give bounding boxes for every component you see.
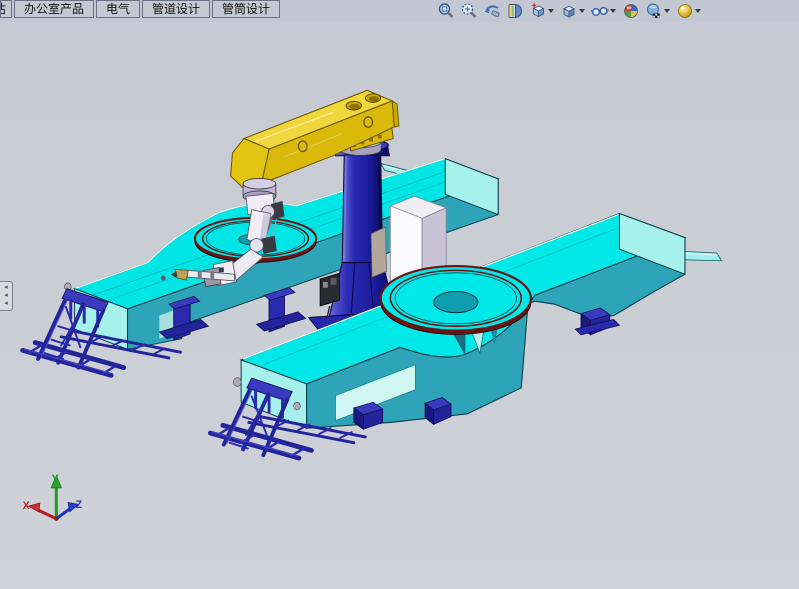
tab-electrical[interactable]: 电气 <box>96 0 140 18</box>
x-axis-arrow <box>28 503 40 512</box>
ribbon-tab-bar: 估 办公室产品 电气 管道设计 管筒设计 <box>0 0 799 23</box>
gray-wedge[interactable] <box>371 227 386 277</box>
apply-scene-button[interactable] <box>644 1 664 21</box>
tab-partial-label: 估 <box>0 1 6 17</box>
section-view-button[interactable] <box>505 1 525 21</box>
view-settings-dropdown[interactable] <box>695 9 701 13</box>
tab-partial[interactable]: 估 <box>0 0 12 18</box>
zoom-to-area-button[interactable] <box>459 1 479 21</box>
zoom-to-area-icon <box>460 2 478 20</box>
edit-appearance-button[interactable] <box>621 1 641 21</box>
display-style-button[interactable] <box>559 1 579 21</box>
apply-scene-dropdown[interactable] <box>664 9 670 13</box>
zoom-to-fit-button[interactable] <box>436 1 456 21</box>
view-settings-icon <box>676 2 694 20</box>
apply-scene-group <box>644 1 672 21</box>
previous-view-icon <box>483 2 501 20</box>
hide-show-items-icon <box>590 2 610 20</box>
display-style-icon <box>560 2 578 20</box>
view-toolbar <box>436 1 703 21</box>
hide-show-items-dropdown[interactable] <box>610 9 616 13</box>
tab-pipe-design[interactable]: 管道设计 <box>142 0 210 18</box>
apply-scene-icon <box>645 2 663 20</box>
view-orientation-icon <box>529 2 547 20</box>
display-style-dropdown[interactable] <box>579 9 585 13</box>
hide-show-items-button[interactable] <box>590 1 610 21</box>
zoom-to-fit-icon <box>437 2 455 20</box>
tab-tube-design-label: 管筒设计 <box>222 2 270 16</box>
view-orientation-group <box>528 1 556 21</box>
front-rotary-ring[interactable] <box>381 266 531 334</box>
reference-triad: X Y Z <box>23 473 83 521</box>
panel-expander-button[interactable]: ◂ ◂ ◂ <box>0 281 13 311</box>
view-orientation-button[interactable] <box>528 1 548 21</box>
view-settings-button[interactable] <box>675 1 695 21</box>
tab-office-products[interactable]: 办公室产品 <box>14 0 94 18</box>
tab-pipe-design-label: 管道设计 <box>152 2 200 16</box>
model-scene: X Y Z <box>0 22 799 589</box>
display-style-group <box>559 1 587 21</box>
x-axis-label: X <box>23 500 30 512</box>
tab-tube-design[interactable]: 管筒设计 <box>212 0 280 18</box>
edit-appearance-icon <box>622 2 640 20</box>
expander-arrow-icon: ◂ <box>4 292 8 300</box>
section-view-icon <box>506 2 524 20</box>
previous-view-button[interactable] <box>482 1 502 21</box>
expander-arrow-icon: ◂ <box>4 300 8 308</box>
tab-electrical-label: 电气 <box>106 2 130 16</box>
ribbon-tabs: 估 办公室产品 电气 管道设计 管筒设计 <box>0 0 280 18</box>
graphics-viewport[interactable]: X Y Z ◂ ◂ ◂ <box>0 22 799 589</box>
view-settings-group <box>675 1 703 21</box>
hide-show-items-group <box>590 1 618 21</box>
expander-arrow-icon: ◂ <box>4 284 8 292</box>
view-orientation-dropdown[interactable] <box>548 9 554 13</box>
tab-office-products-label: 办公室产品 <box>24 2 84 16</box>
y-axis-label: Y <box>52 473 59 485</box>
z-axis-label: Z <box>76 499 83 511</box>
